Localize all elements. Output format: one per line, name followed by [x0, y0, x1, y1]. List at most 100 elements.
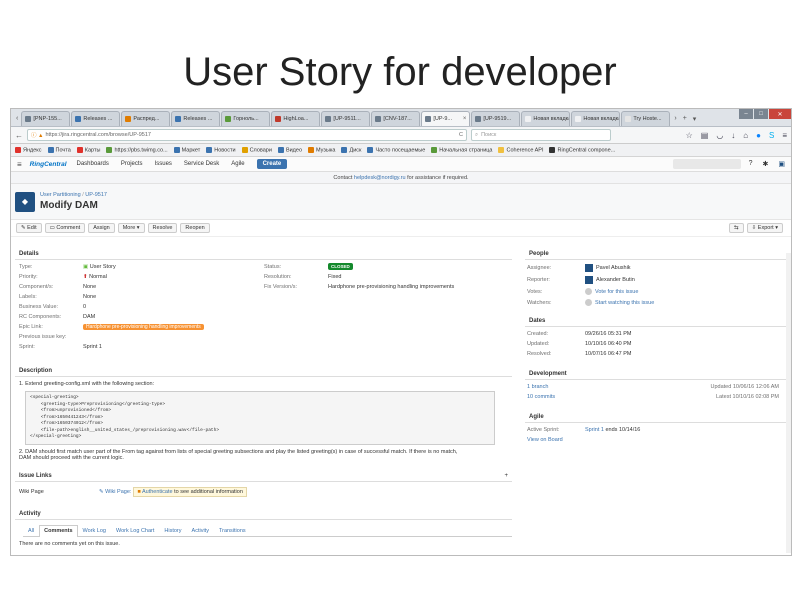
- browser-tab[interactable]: [UP-9511...: [321, 111, 371, 126]
- minimize-window-button[interactable]: –: [739, 109, 753, 119]
- skype-icon[interactable]: S: [769, 131, 774, 140]
- activity-tab-history[interactable]: History: [159, 525, 186, 536]
- bookmark-item[interactable]: Карты: [76, 146, 100, 153]
- page-scrollbar[interactable]: [786, 253, 791, 553]
- ringcentral-logo[interactable]: RingCentral: [30, 161, 67, 168]
- activity-tab-work-log[interactable]: Work Log: [78, 525, 111, 536]
- rc-components-value[interactable]: DAM: [83, 314, 95, 320]
- nav-agile[interactable]: Agile: [231, 161, 244, 167]
- development-heading: Development: [525, 369, 787, 380]
- bookmark-item[interactable]: https://pbs.twimg.co...: [106, 146, 168, 153]
- branch-link[interactable]: 1 branch: [527, 384, 548, 390]
- share-icon[interactable]: ⇆: [729, 223, 744, 233]
- app-switcher-icon[interactable]: ≡: [17, 160, 22, 169]
- browser-tab[interactable]: Горноль...: [221, 111, 271, 126]
- reload-icon[interactable]: C: [459, 132, 463, 138]
- close-tab-icon[interactable]: ×: [463, 116, 467, 122]
- activity-tab-comments[interactable]: Comments: [39, 524, 78, 537]
- nav-projects[interactable]: Projects: [121, 161, 143, 167]
- authenticate-link[interactable]: Authenticate: [142, 489, 173, 495]
- type-value: User Story: [89, 264, 116, 270]
- nav-service-desk[interactable]: Service Desk: [184, 161, 219, 167]
- bookmark-star-icon[interactable]: ☆: [686, 131, 693, 140]
- activity-tab-transitions[interactable]: Transitions: [214, 525, 251, 536]
- bookmark-item[interactable]: Яндекс: [15, 146, 42, 153]
- vote-link[interactable]: Vote for this issue: [595, 289, 638, 295]
- browser-tab[interactable]: [PNP-155...: [21, 111, 71, 126]
- activity-tab-work-log-chart[interactable]: Work Log Chart: [111, 525, 159, 536]
- browser-tab[interactable]: Распред...: [121, 111, 171, 126]
- bookmark-item[interactable]: RingCentral compone...: [549, 146, 615, 153]
- watch-link[interactable]: Start watching this issue: [595, 300, 654, 306]
- assignee-value[interactable]: Pavel Abushik: [596, 265, 631, 271]
- bookmark-item[interactable]: Словари: [241, 146, 272, 153]
- extension-icon[interactable]: ●: [756, 131, 761, 140]
- reading-list-icon[interactable]: ▤: [701, 131, 709, 140]
- breadcrumb-issue-key[interactable]: UP-9517: [85, 192, 107, 198]
- more-button[interactable]: More ▾: [117, 223, 145, 233]
- active-sprint-link[interactable]: Sprint 1: [585, 427, 604, 433]
- browser-tab[interactable]: [CNV-187...: [371, 111, 421, 126]
- epic-link-badge[interactable]: Hardphone pre-provisioning handling impr…: [83, 324, 204, 330]
- bookmark-item[interactable]: Видео: [277, 146, 302, 153]
- home-icon[interactable]: ⌂: [743, 131, 748, 140]
- edit-button[interactable]: ✎ Edit: [16, 223, 42, 233]
- browser-tab[interactable]: Новая вкладка: [571, 111, 621, 126]
- nav-dashboards[interactable]: Dashboards: [77, 161, 109, 167]
- address-bar[interactable]: ⓘ ▲ https://jira.ringcentral.com/browse/…: [27, 129, 467, 141]
- new-tab-icon[interactable]: +: [680, 111, 690, 126]
- resolved-value: 10/07/16 06:47 PM: [585, 351, 632, 357]
- settings-gear-icon[interactable]: ✱: [763, 160, 769, 168]
- browser-tab[interactable]: [UP-9519...: [471, 111, 521, 126]
- comment-button[interactable]: ▭ Comment: [44, 223, 86, 233]
- commits-link[interactable]: 10 commits: [527, 394, 555, 400]
- activity-tab-activity[interactable]: Activity: [187, 525, 214, 536]
- bookmark-item[interactable]: Новости: [206, 146, 236, 153]
- reporter-value[interactable]: Alexander Butin: [596, 277, 635, 283]
- helpdesk-link[interactable]: helpdesk@nordigy.ru: [354, 175, 406, 181]
- bookmark-item[interactable]: Начальная страница: [431, 146, 492, 153]
- nav-issues[interactable]: Issues: [155, 161, 172, 167]
- browser-tab[interactable]: HighLoa...: [271, 111, 321, 126]
- bookmark-icon: [241, 146, 248, 153]
- maximize-window-button[interactable]: □: [754, 109, 768, 119]
- search-input[interactable]: ⌕ Поиск: [471, 129, 611, 141]
- wiki-page-row: Wiki Page ✎ Wiki Page: ■ Authenticate to…: [19, 486, 512, 497]
- watch-icon: [585, 299, 592, 306]
- help-icon[interactable]: ?: [749, 160, 753, 168]
- tab-label: Try Hoste...: [633, 116, 662, 122]
- bookmark-item[interactable]: Диск: [341, 146, 361, 153]
- wiki-link[interactable]: ✎ Wiki Page:: [99, 489, 131, 495]
- bookmark-item[interactable]: Маркет: [173, 146, 200, 153]
- bookmark-item[interactable]: Coherence API: [498, 146, 543, 153]
- download-icon[interactable]: ↓: [731, 131, 735, 140]
- reopen-button[interactable]: Reopen: [180, 223, 210, 233]
- bookmark-item[interactable]: Часто посещаемые: [367, 146, 425, 153]
- assign-button[interactable]: Assign: [88, 223, 115, 233]
- browser-tab[interactable]: Try Hoste...: [621, 111, 671, 126]
- create-button[interactable]: Create: [256, 159, 288, 169]
- back-icon[interactable]: ←: [15, 131, 23, 140]
- view-on-board-link[interactable]: View on Board: [527, 437, 563, 443]
- bookmark-item[interactable]: Музыка: [308, 146, 335, 153]
- activity-tab-all[interactable]: All: [23, 525, 39, 536]
- bookmark-item[interactable]: Почта: [47, 146, 71, 153]
- browser-tab[interactable]: Новая вкладка: [521, 111, 571, 126]
- breadcrumb-project[interactable]: User Partitioning: [40, 192, 81, 198]
- close-window-button[interactable]: ✕: [769, 109, 791, 119]
- fix-version-value[interactable]: Hardphone pre-provisioning handling impr…: [328, 284, 454, 290]
- project-avatar[interactable]: ◆: [15, 191, 35, 212]
- tab-scroll-right-icon[interactable]: ›: [671, 111, 679, 126]
- jira-search-input[interactable]: [672, 159, 741, 169]
- add-link-icon[interactable]: +: [504, 473, 508, 479]
- tab-list-icon[interactable]: ▾: [690, 111, 700, 126]
- pocket-icon[interactable]: ◡: [716, 131, 723, 140]
- tab-scroll-left-icon[interactable]: ‹: [13, 111, 21, 126]
- browser-tab[interactable]: Releases ...: [71, 111, 121, 126]
- browser-tab[interactable]: Releases ...: [171, 111, 221, 126]
- menu-icon[interactable]: ≡: [782, 131, 787, 140]
- resolve-button[interactable]: Resolve: [147, 223, 178, 233]
- browser-tab[interactable]: [UP-9... ×: [421, 111, 471, 126]
- user-avatar[interactable]: ▣: [778, 160, 785, 168]
- export-button[interactable]: ⇩ Export ▾: [746, 223, 783, 233]
